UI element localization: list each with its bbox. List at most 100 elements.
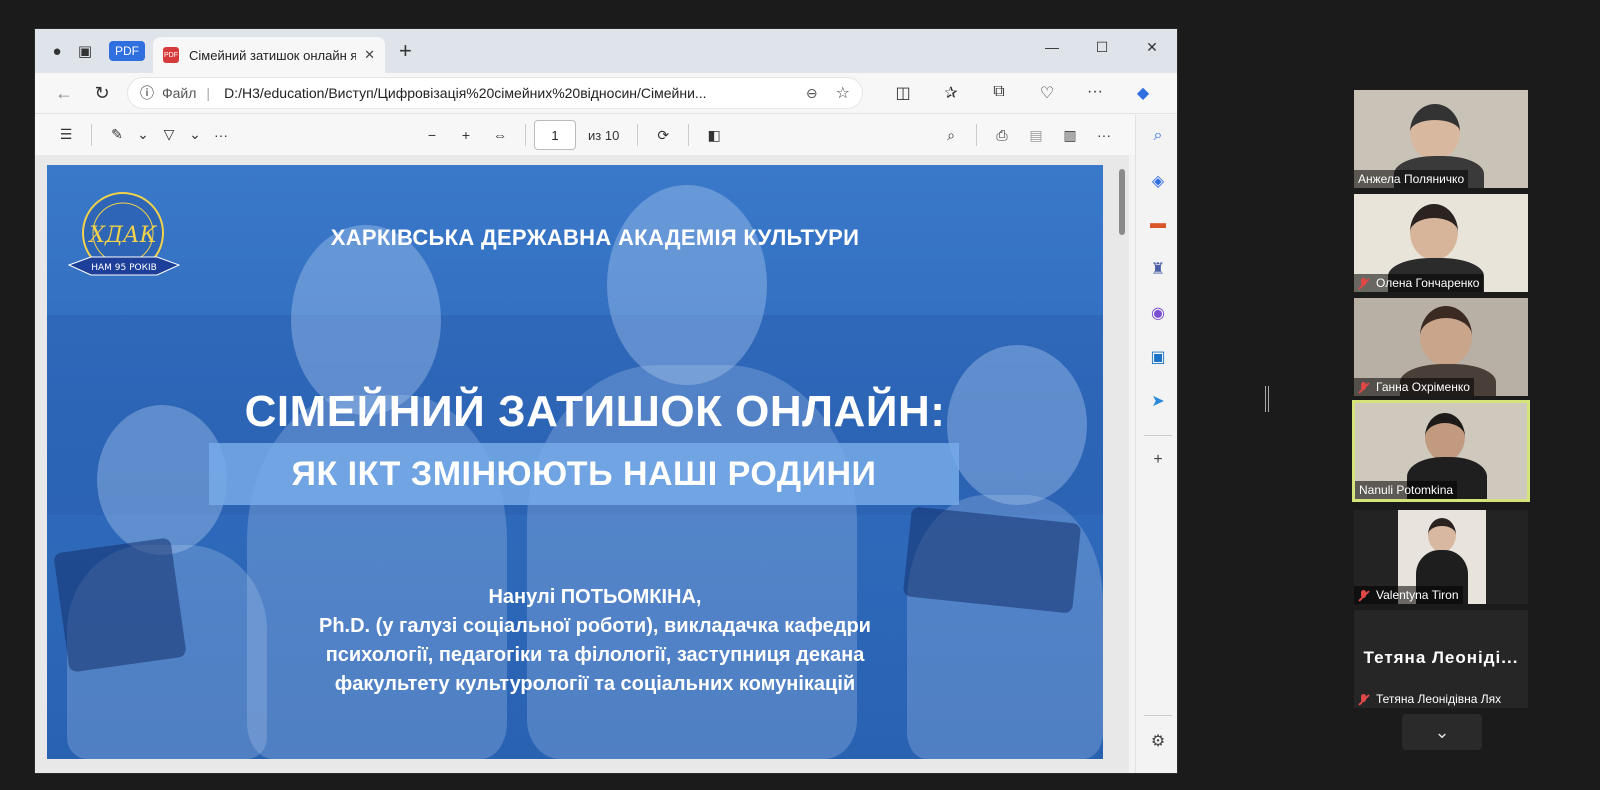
screen: ● ▣ PDF PDF Сімейний затишок онлайн як І…: [0, 0, 1600, 790]
participant-tile[interactable]: Тетяна Леоніді... Тетяна Леонідівна Лях: [1354, 610, 1528, 708]
participant-name: Nanuli Potomkina: [1355, 481, 1458, 499]
sidebar-games-icon[interactable]: ♜: [1136, 259, 1177, 279]
more-tools-icon[interactable]: ···: [204, 127, 238, 143]
more-options-icon[interactable]: ···: [1087, 127, 1121, 143]
draw-icon[interactable]: ▽: [152, 126, 186, 143]
info-icon[interactable]: ⓘ: [140, 83, 154, 103]
workspaces-icon[interactable]: ▣: [71, 37, 99, 65]
participant-tile-active[interactable]: Nanuli Potomkina: [1352, 400, 1530, 502]
participant-tile[interactable]: Анжела Поляничко: [1354, 90, 1528, 188]
sidebar-tools-icon[interactable]: ▬: [1136, 215, 1177, 233]
search-icon[interactable]: ⌕: [934, 127, 968, 144]
sidebar-search-icon[interactable]: ⌕: [1136, 127, 1177, 145]
pdf-page-controls: − + ⇔ 1 из 10 ⟳ ◧: [415, 114, 731, 156]
zoom-in-icon[interactable]: +: [449, 127, 483, 143]
window-controls: — ☐ ✕: [1027, 29, 1177, 65]
sidebar-shopping-icon[interactable]: ◈: [1136, 171, 1177, 191]
split-screen-icon[interactable]: ◫: [879, 83, 927, 103]
participant-name: Valentyna Tiron: [1354, 586, 1463, 604]
toolbar-divider: [91, 123, 92, 146]
chevron-down-icon[interactable]: ⌄: [134, 126, 152, 143]
contents-icon[interactable]: ☰: [49, 126, 83, 143]
participant-face: [1420, 306, 1472, 366]
pdf-viewer[interactable]: ХДАК НАМ 95 РОКІВ ХАРКІВСЬКА ДЕРЖАВНА АК…: [35, 155, 1129, 773]
tab-bar: ● ▣ PDF PDF Сімейний затишок онлайн як І…: [35, 29, 1177, 73]
participant-face: [1425, 413, 1465, 461]
url-text[interactable]: D:/Н3/education/Виступ/Цифровізація%20сі…: [224, 85, 796, 101]
toolbar-divider: [976, 124, 977, 146]
close-tab-icon[interactable]: ✕: [364, 47, 375, 63]
favorites-icon[interactable]: ✰: [927, 83, 975, 103]
address-bar[interactable]: ⓘ Файл | D:/Н3/education/Виступ/Цифровіз…: [127, 77, 863, 109]
participant-tile[interactable]: Valentyna Tiron: [1354, 510, 1528, 604]
sidebar-settings-icon[interactable]: ⚙: [1136, 731, 1177, 751]
minimize-icon[interactable]: —: [1027, 29, 1077, 65]
more-participants-chevron-down-icon[interactable]: ⌄: [1402, 714, 1482, 750]
zoom-out-icon[interactable]: −: [415, 127, 449, 143]
slide-organization: ХАРКІВСЬКА ДЕРЖАВНА АКАДЕМІЯ КУЛЬТУРИ: [330, 225, 860, 250]
participant-tile[interactable]: Ганна Охріменко: [1354, 298, 1528, 396]
health-icon[interactable]: ♡: [1023, 83, 1071, 103]
highlight-icon[interactable]: ✎: [100, 126, 134, 143]
sidebar-add-icon[interactable]: +: [1136, 451, 1177, 469]
slide-subtitle-band: ЯК ІКТ ЗМІНЮЮТЬ НАШІ РОДИНИ: [209, 443, 959, 505]
participant-face: [1410, 204, 1458, 260]
sidebar-divider: [1144, 435, 1172, 436]
author-line: факультету культурології та соціальних к…: [334, 673, 856, 695]
page-number-input[interactable]: 1: [534, 120, 576, 150]
tab-active[interactable]: PDF Сімейний затишок онлайн як ІК ✕: [153, 37, 385, 73]
pdf-tab-group[interactable]: PDF: [109, 41, 145, 61]
slide-page: ХДАК НАМ 95 РОКІВ ХАРКІВСЬКА ДЕРЖАВНА АК…: [47, 165, 1103, 759]
mic-muted-icon: [1358, 277, 1369, 289]
participant-face: [1428, 518, 1456, 552]
mic-muted-icon: [1358, 381, 1369, 393]
slide-subtitle: ЯК ІКТ ЗМІНЮЮТЬ НАШІ РОДИНИ: [291, 454, 877, 493]
new-tab-button[interactable]: +: [399, 38, 412, 64]
address-bar-row: ← ↻ ⓘ Файл | D:/Н3/education/Виступ/Цифр…: [35, 73, 1177, 113]
print-icon[interactable]: ⎙: [985, 127, 1019, 144]
close-window-icon[interactable]: ✕: [1127, 29, 1177, 65]
toolbar-divider: [688, 124, 690, 146]
toolbar-divider: [637, 124, 639, 146]
fit-width-icon[interactable]: ⇔: [483, 127, 517, 143]
url-separator: |: [206, 85, 211, 101]
back-icon[interactable]: ←: [45, 83, 83, 104]
mic-muted-icon: [1358, 693, 1369, 705]
scrollbar-thumb[interactable]: [1119, 169, 1125, 235]
participant-tile[interactable]: Олена Гончаренко: [1354, 194, 1528, 292]
chevron-down-icon[interactable]: ⌄: [186, 126, 204, 143]
participant-name: Ганна Охріменко: [1354, 378, 1474, 396]
rotate-icon[interactable]: ⟳: [646, 127, 680, 144]
mic-muted-icon: [1358, 589, 1369, 601]
sidebar-m365-icon[interactable]: ◉: [1136, 303, 1177, 323]
url-scheme-label: Файл: [162, 85, 197, 101]
edge-sidebar: ⌕ ◈ ▬ ♜ ◉ ▣ ➤ + ⚙: [1135, 115, 1177, 773]
vertical-scrollbar[interactable]: [1117, 161, 1127, 771]
author-line: Ph.D. (у галузі соціальної роботи), викл…: [319, 615, 871, 637]
zoom-icon[interactable]: ⊖: [806, 85, 818, 102]
pdf-toolbar: ☰ ✎ ⌄ ▽ ⌄ ··· − + ⇔ 1 из 10 ⟳ ◧ ⌕ ⎙ ▤ ▥ …: [35, 113, 1177, 155]
pdf-right-tools: ⌕ ⎙ ▤ ▥ ···: [934, 114, 1121, 156]
profile-icon[interactable]: ●: [43, 37, 71, 65]
save-icon[interactable]: ▤: [1019, 127, 1053, 144]
toolbar-divider: [525, 124, 526, 146]
page-view-icon[interactable]: ◧: [697, 127, 731, 144]
panel-resize-handle[interactable]: [1265, 386, 1269, 412]
save-as-icon[interactable]: ▥: [1053, 127, 1087, 144]
copilot-icon[interactable]: ◆: [1119, 83, 1167, 103]
sidebar-divider: [1144, 715, 1172, 716]
favorite-star-icon[interactable]: ☆: [836, 83, 850, 103]
slide-author: Нанулі ПОТЬОМКІНА, Ph.D. (у галузі соціа…: [47, 583, 1103, 699]
more-icon[interactable]: ···: [1071, 83, 1119, 103]
logo-ribbon: НАМ 95 РОКІВ: [91, 263, 157, 273]
slide-photo-father: [607, 185, 767, 385]
collections-icon[interactable]: ⧉: [975, 83, 1023, 103]
refresh-icon[interactable]: ↻: [83, 83, 121, 104]
sidebar-send-icon[interactable]: ➤: [1136, 391, 1177, 411]
participant-display-name: Тетяна Леоніді...: [1363, 648, 1519, 667]
participant-name: Тетяна Леонідівна Лях: [1354, 690, 1505, 708]
sidebar-outlook-icon[interactable]: ▣: [1136, 347, 1177, 367]
browser-window: ● ▣ PDF PDF Сімейний затишок онлайн як І…: [34, 28, 1178, 774]
maximize-icon[interactable]: ☐: [1077, 29, 1127, 65]
author-line: Нанулі ПОТЬОМКІНА,: [488, 586, 702, 608]
